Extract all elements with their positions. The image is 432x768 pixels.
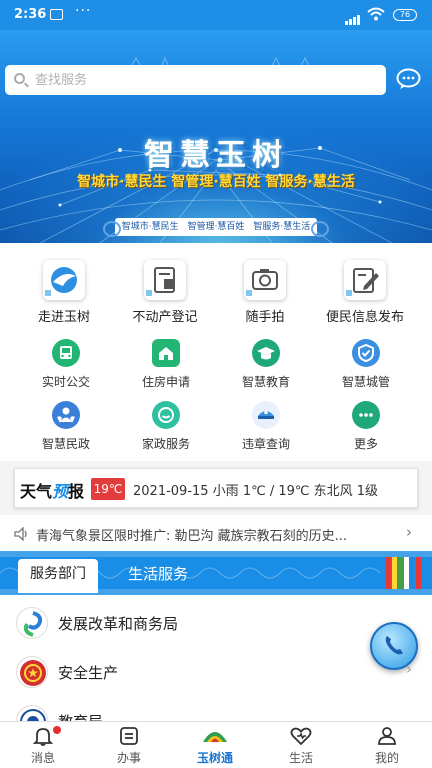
police-cap-icon [252,401,280,429]
weather-card[interactable]: 天气预报 19℃ 2021-09-15 小雨 1℃ / 19℃ 东北风 1级 [14,468,418,508]
tab-service-departments[interactable]: 服务部门 [18,559,98,593]
service-zoujin-yushu[interactable]: 走进玉树 [20,260,108,325]
service-label: 实时公交 [41,375,90,389]
nav-life[interactable]: 生活 [258,724,344,766]
house-icon [152,339,180,367]
service-label: 不动产登记 [132,310,198,325]
services-grid: 走进玉树 不动产登记 随手拍 便民信息发布 实时公交 住房申请 智慧教育 智慧城… [0,243,432,461]
education-bureau-logo-icon [16,705,48,721]
service-more[interactable]: 更多 [320,401,412,452]
service-civil-affairs[interactable]: 智慧民政 [20,401,112,452]
department-name: 教育局 [58,711,103,721]
service-label: 家政服务 [141,437,190,451]
service-label: 智慧教育 [241,375,290,389]
service-label: 智慧城管 [341,375,390,389]
nav-label: 生活 [288,751,313,765]
department-name: 安全生产 [58,664,119,682]
service-violation-query[interactable]: 违章查询 [220,401,312,452]
weather-logo: 天气预报 [20,482,85,501]
list-icon [120,727,138,745]
nav-label: 我的 [374,751,399,765]
temperature-badge: 19℃ [91,478,125,500]
service-label: 智慧民政 [41,437,90,451]
tab-strip: 服务部门 生活服务 [0,551,432,595]
bottom-nav: 消息 办事 玉树通 生活 我的 [0,721,432,768]
search-bar[interactable] [5,65,386,95]
tab-life-services[interactable]: 生活服务 [128,563,188,584]
battery-icon: 76 [393,9,417,21]
chat-bubble-icon[interactable] [396,68,421,90]
nav-label: 消息 [30,751,55,765]
more-icon [352,401,380,429]
news-text: 青海气象景区限时推广: 勒巴沟 藏族宗教石刻的历史... [36,529,348,544]
nav-label: 玉树通 [196,751,233,765]
signal-icon [345,10,361,25]
service-property-registration[interactable]: 不动产登记 [121,260,209,325]
service-realtime-bus[interactable]: 实时公交 [20,339,112,390]
service-city-management[interactable]: 智慧城管 [320,339,412,390]
service-housing-application[interactable]: 住房申请 [120,339,212,390]
edit-document-icon [344,260,386,300]
notification-badge [53,726,61,734]
service-label: 更多 [353,437,378,451]
nav-profile[interactable]: 我的 [344,724,430,766]
yushu-logo-icon [203,732,227,742]
service-label: 违章查询 [241,437,290,451]
chevron-right-icon: › [406,523,412,541]
service-label: 走进玉树 [37,310,90,325]
app-screen: 2:36 ··· 76 智慧玉树 智城市·慧民生 智 [0,0,432,768]
service-snapshot[interactable]: 随手拍 [221,260,309,325]
department-name: 发展改革和商务局 [58,615,179,633]
phone-icon [385,636,403,655]
list-item[interactable]: 安全生产 › [0,648,432,696]
department-list: 发展改革和商务局 安全生产 › 教育局 [0,595,432,721]
national-emblem-icon [16,656,48,688]
bird-logo-icon [43,260,85,300]
hero-banner: 智慧玉树 智城市·慧民生 智管理·慧百姓 智服务·慧生活 [0,30,432,243]
nav-messages[interactable]: 消息 [0,724,86,766]
search-icon [14,73,25,84]
service-label: 随手拍 [245,310,285,325]
list-item[interactable]: 教育局 [0,697,432,721]
more-notifications-icon: ··· [75,3,92,19]
service-info-publish[interactable]: 便民信息发布 [321,260,409,325]
status-bar: 2:36 ··· 76 [0,0,432,30]
speaker-icon [14,527,27,541]
list-item[interactable]: 发展改革和商务局 [0,599,432,647]
nav-label: 办事 [116,751,141,765]
service-label: 住房申请 [141,375,190,389]
camera-icon [244,260,286,300]
search-input[interactable] [35,69,375,91]
news-ticker[interactable]: 青海气象景区限时推广: 勒巴沟 藏族宗教石刻的历史... › [0,515,432,551]
weather-info: 2021-09-15 小雨 1℃ / 19℃ 东北风 1级 [133,484,379,499]
status-time: 2:36 [14,7,47,22]
nav-affairs[interactable]: 办事 [86,724,172,766]
bus-icon [52,339,80,367]
nav-yushutong[interactable]: 玉树通 [172,724,258,766]
development-bureau-logo-icon [16,607,48,639]
service-housekeeping[interactable]: 家政服务 [120,401,212,452]
bell-icon [32,728,54,746]
heart-icon [290,727,312,746]
hero-ribbon: 智城市·慧民生 智管理·慧百姓 智服务·慧生活 [103,218,329,237]
wifi-icon [367,7,385,21]
hero-title: 智慧玉树 [144,138,288,173]
service-label: 便民信息发布 [325,310,404,325]
people-icon [52,401,80,429]
service-smart-education[interactable]: 智慧教育 [220,339,312,390]
shield-icon [352,339,380,367]
floating-phone-button[interactable] [370,622,418,670]
property-document-icon [144,260,186,300]
hero-slogan: 智城市·慧民生 智管理·慧百姓 智服务·慧生活 [77,174,355,190]
graduation-cap-icon [252,339,280,367]
notification-icon [50,9,63,20]
person-icon [378,727,396,745]
service-icon [152,401,180,429]
